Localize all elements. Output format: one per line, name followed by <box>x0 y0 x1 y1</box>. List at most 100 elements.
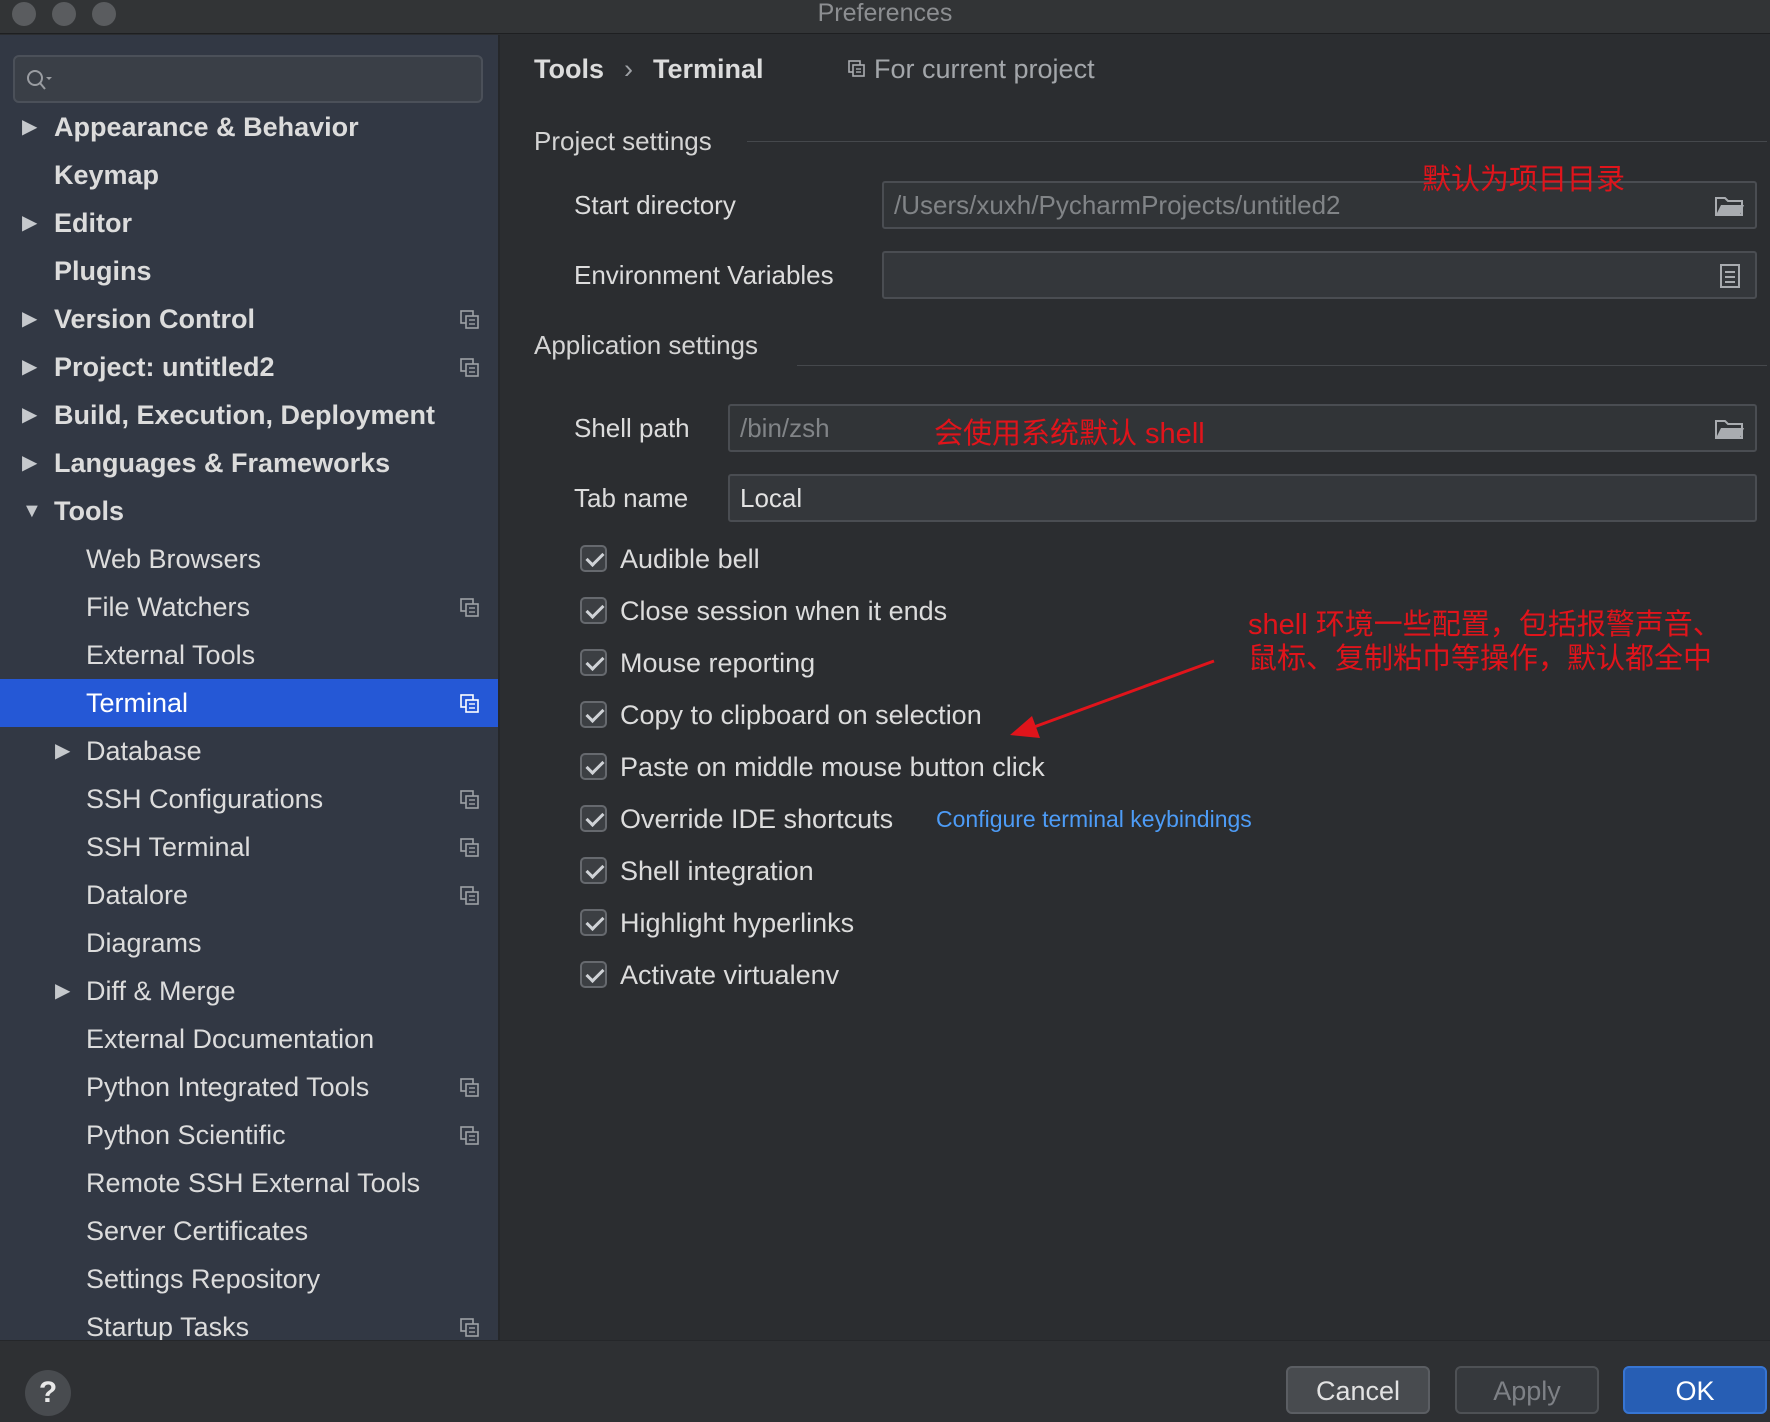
options-annotation-line2: 鼠标、复制粘巾等操作，默认都全中 <box>1248 643 1713 675</box>
sidebar-item-file-watchers[interactable]: File Watchers <box>0 583 498 631</box>
shell-path-field[interactable]: /bin/zsh <box>728 404 1757 452</box>
sidebar-item-label: File Watchers <box>86 592 251 622</box>
sidebar-item-tools[interactable]: ▼ Tools <box>0 487 498 535</box>
checkbox-row-copy-to-clipboard[interactable]: Copy to clipboard on selection <box>580 695 1140 735</box>
sidebar-item-settings-repository[interactable]: Settings Repository <box>0 1255 498 1303</box>
sidebar-item-label: Tools <box>54 496 124 526</box>
edit-env-icon[interactable] <box>1719 263 1741 289</box>
sidebar-item-label: Editor <box>54 208 132 238</box>
highlight-hyperlinks-checkbox[interactable] <box>580 909 607 936</box>
mouse-reporting-checkbox[interactable] <box>580 649 607 676</box>
expand-arrow-icon[interactable]: ▶ <box>22 103 37 151</box>
sidebar-item-terminal[interactable]: Terminal <box>0 679 498 727</box>
close-session-label[interactable]: Close session when it ends <box>620 591 947 631</box>
sidebar-item-datalore[interactable]: Datalore <box>0 871 498 919</box>
breadcrumb-tools[interactable]: Tools <box>534 47 604 91</box>
sidebar-item-version-control[interactable]: ▶ Version Control <box>0 295 498 343</box>
mouse-reporting-label[interactable]: Mouse reporting <box>620 643 815 683</box>
apply-button[interactable]: Apply <box>1455 1366 1599 1414</box>
sidebar-item-label: Plugins <box>54 256 152 286</box>
scope-label: For current project <box>874 54 1095 84</box>
sidebar-item-editor[interactable]: ▶ Editor <box>0 199 498 247</box>
expand-arrow-icon[interactable]: ▶ <box>22 391 37 439</box>
expanded-arrow-icon[interactable]: ▼ <box>22 487 42 535</box>
expand-arrow-icon[interactable]: ▶ <box>22 199 37 247</box>
ok-button[interactable]: OK <box>1623 1366 1767 1414</box>
audible-bell-label[interactable]: Audible bell <box>620 539 760 579</box>
sidebar-item-python-integrated-tools[interactable]: Python Integrated Tools <box>0 1063 498 1111</box>
sidebar-item-web-browsers[interactable]: Web Browsers <box>0 535 498 583</box>
shell-integration-checkbox[interactable] <box>580 857 607 884</box>
application-settings-title: Application settings <box>534 330 759 360</box>
sidebar-item-languages-frameworks[interactable]: ▶ Languages & Frameworks <box>0 439 498 487</box>
sidebar-item-label: Appearance & Behavior <box>54 112 359 142</box>
sidebar-item-label: Web Browsers <box>86 544 262 574</box>
sidebar-item-startup-tasks[interactable]: Startup Tasks <box>0 1303 498 1340</box>
copy-to-clipboard-checkbox[interactable] <box>580 701 607 728</box>
sidebar-item-external-tools[interactable]: External Tools <box>0 631 498 679</box>
configure-keybindings-link[interactable]: Configure terminal keybindings <box>936 799 1252 839</box>
checkbox-row-close-session[interactable]: Close session when it ends <box>580 591 1140 631</box>
checkbox-row-mouse-reporting[interactable]: Mouse reporting <box>580 643 1140 683</box>
paste-middle-click-checkbox[interactable] <box>580 753 607 780</box>
sidebar-item-label: Diagrams <box>86 928 202 958</box>
expand-arrow-icon[interactable]: ▶ <box>22 343 37 391</box>
dialog-footer: ? Cancel Apply OK <box>0 1340 1770 1422</box>
copy-to-clipboard-label[interactable]: Copy to clipboard on selection <box>620 695 982 735</box>
sidebar-item-plugins[interactable]: Plugins <box>0 247 498 295</box>
expand-arrow-icon[interactable]: ▶ <box>55 967 70 1015</box>
breadcrumb-separator: › <box>624 54 633 84</box>
sidebar-item-ssh-configurations[interactable]: SSH Configurations <box>0 775 498 823</box>
sidebar-item-database[interactable]: ▶ Database <box>0 727 498 775</box>
override-ide-shortcuts-label[interactable]: Override IDE shortcuts <box>620 799 893 839</box>
search-input[interactable] <box>13 55 483 103</box>
project-scope-icon <box>460 358 479 377</box>
paste-middle-click-label[interactable]: Paste on middle mouse button click <box>620 747 1045 787</box>
activate-virtualenv-label[interactable]: Activate virtualenv <box>620 955 839 995</box>
sidebar-item-project-untitled2[interactable]: ▶ Project: untitled2 <box>0 343 498 391</box>
folder-icon[interactable] <box>1715 418 1745 440</box>
sidebar-item-diff-merge[interactable]: ▶ Diff & Merge <box>0 967 498 1015</box>
project-scope-icon <box>460 310 479 329</box>
close-session-checkbox[interactable] <box>580 597 607 624</box>
sidebar-item-diagrams[interactable]: Diagrams <box>0 919 498 967</box>
sidebar-item-appearance-behavior[interactable]: ▶ Appearance & Behavior <box>0 103 498 151</box>
env-vars-field[interactable] <box>882 251 1757 299</box>
sidebar-item-label: Project: untitled2 <box>54 352 275 382</box>
override-ide-shortcuts-checkbox[interactable] <box>580 805 607 832</box>
checkbox-row-shell-integration[interactable]: Shell integration <box>580 851 1140 891</box>
shell-integration-label[interactable]: Shell integration <box>620 851 814 891</box>
sidebar-item-label: Server Certificates <box>86 1216 309 1246</box>
start-directory-field[interactable]: /Users/xuxh/PycharmProjects/untitled2 <box>882 181 1757 229</box>
sidebar-item-build-execution-deployment[interactable]: ▶ Build, Execution, Deployment <box>0 391 498 439</box>
sidebar-item-ssh-terminal[interactable]: SSH Terminal <box>0 823 498 871</box>
sidebar-item-label: SSH Terminal <box>86 832 251 862</box>
audible-bell-checkbox[interactable] <box>580 545 607 572</box>
expand-arrow-icon[interactable]: ▶ <box>55 727 70 775</box>
checkbox-row-activate-virtualenv[interactable]: Activate virtualenv <box>580 955 1140 995</box>
sidebar-item-keymap[interactable]: Keymap <box>0 151 498 199</box>
checkbox-row-highlight-hyperlinks[interactable]: Highlight hyperlinks <box>580 903 1140 943</box>
cancel-button[interactable]: Cancel <box>1286 1366 1430 1414</box>
sidebar-item-external-documentation[interactable]: External Documentation <box>0 1015 498 1063</box>
help-button[interactable]: ? <box>25 1370 71 1416</box>
sidebar-item-label: Diff & Merge <box>86 976 236 1006</box>
checkbox-row-paste-middle-click[interactable]: Paste on middle mouse button click <box>580 747 1140 787</box>
start-directory-value: /Users/xuxh/PycharmProjects/untitled2 <box>894 190 1341 220</box>
project-scope-icon <box>460 694 479 713</box>
expand-arrow-icon[interactable]: ▶ <box>22 295 37 343</box>
project-scope-icon <box>460 598 479 617</box>
project-scope-icon <box>848 60 865 77</box>
folder-icon[interactable] <box>1715 195 1745 217</box>
tab-name-field[interactable]: Local <box>728 474 1757 522</box>
sidebar-item-python-scientific[interactable]: Python Scientific <box>0 1111 498 1159</box>
terminal-settings-panel: Tools › Terminal For current project Pro… <box>502 35 1770 1340</box>
sidebar-item-label: Remote SSH External Tools <box>86 1168 421 1198</box>
sidebar-item-server-certificates[interactable]: Server Certificates <box>0 1207 498 1255</box>
sidebar-item-remote-ssh-external-tools[interactable]: Remote SSH External Tools <box>0 1159 498 1207</box>
expand-arrow-icon[interactable]: ▶ <box>22 439 37 487</box>
sidebar-item-label: Python Scientific <box>86 1120 286 1150</box>
checkbox-row-audible-bell[interactable]: Audible bell <box>580 539 1140 579</box>
activate-virtualenv-checkbox[interactable] <box>580 961 607 988</box>
highlight-hyperlinks-label[interactable]: Highlight hyperlinks <box>620 903 854 943</box>
